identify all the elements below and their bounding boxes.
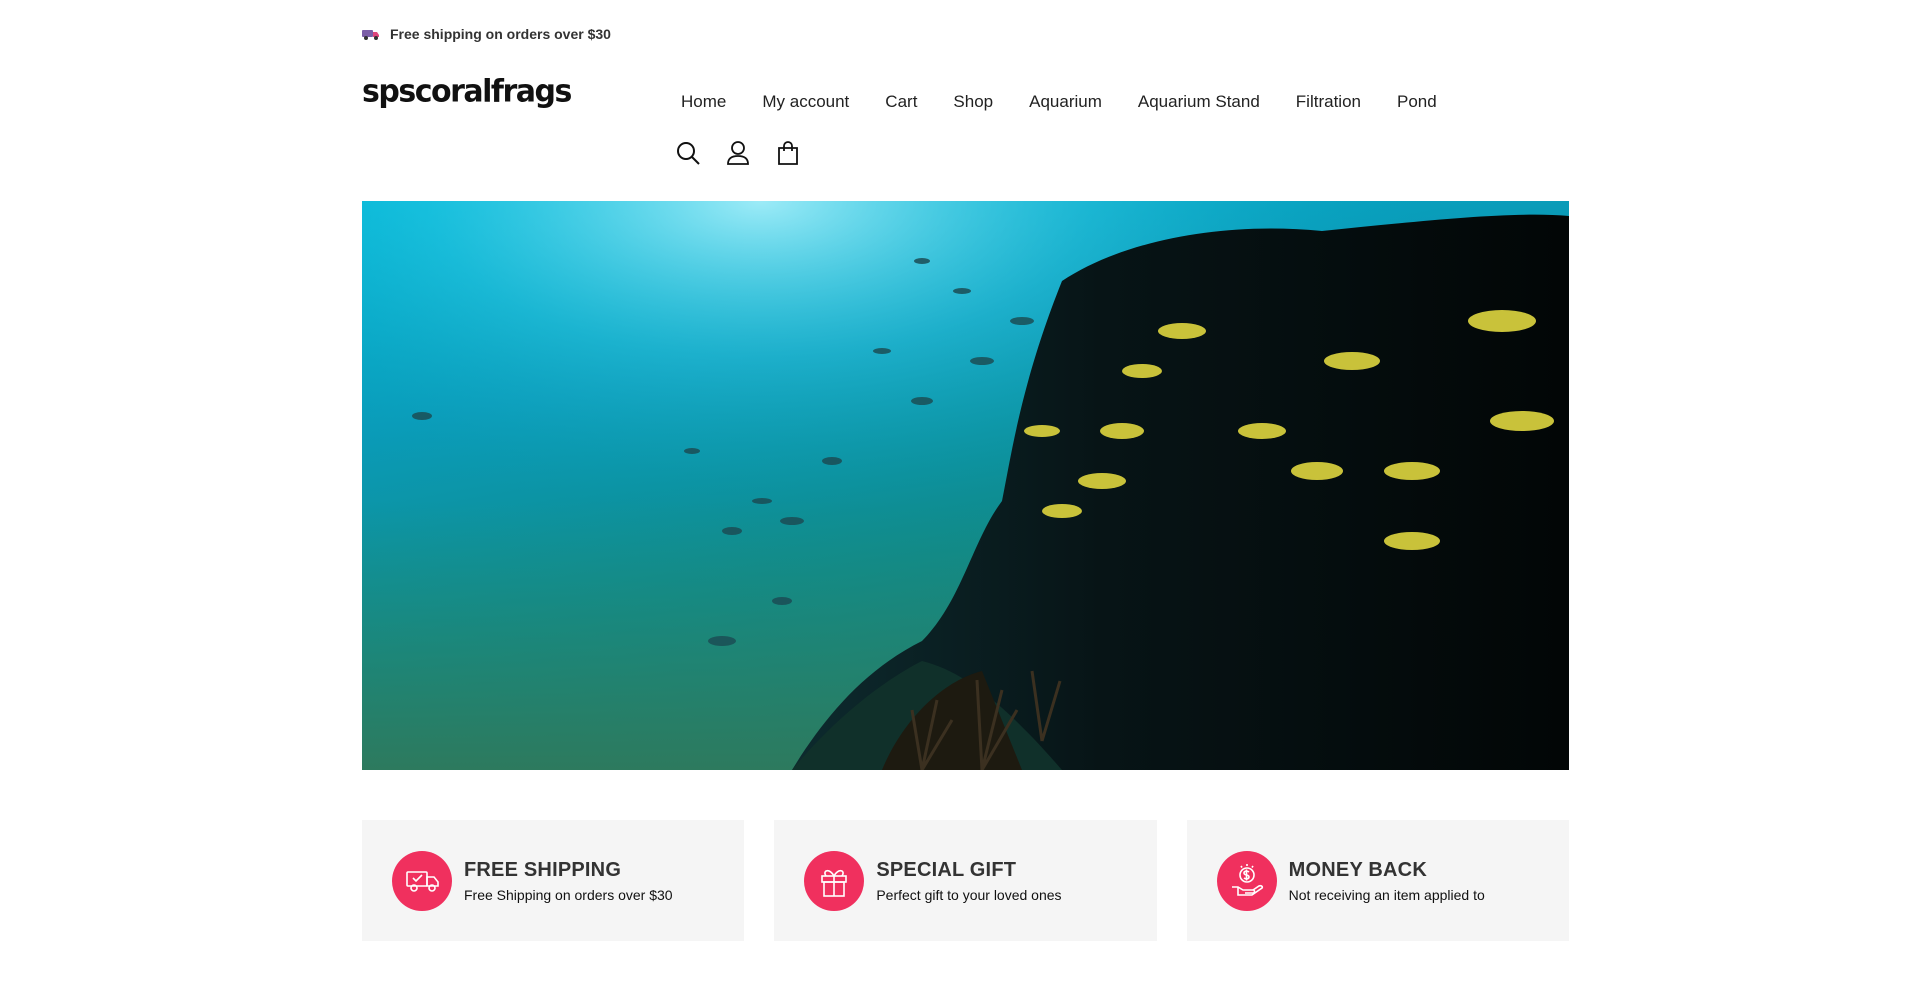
nav-shop[interactable]: Shop bbox=[935, 92, 1011, 112]
shopping-bag-icon[interactable] bbox=[775, 140, 801, 166]
feature-title: SPECIAL GIFT bbox=[876, 858, 1017, 881]
money-back-icon bbox=[1216, 850, 1277, 911]
feature-money-back: MONEY BACK Not receiving an item applied… bbox=[1186, 820, 1569, 941]
nav-home[interactable]: Home bbox=[681, 92, 744, 112]
gift-icon bbox=[804, 850, 865, 911]
shipping-truck-icon bbox=[392, 850, 452, 911]
site-logo[interactable]: spscoralfrags bbox=[362, 73, 572, 110]
feature-description: Free Shipping on orders over $30 bbox=[464, 886, 673, 903]
feature-strip: FREE SHIPPING Free Shipping on orders ov… bbox=[362, 820, 1569, 941]
feature-special-gift: SPECIAL GIFT Perfect gift to your loved … bbox=[774, 820, 1157, 941]
main-nav: Home My account Cart Shop Aquarium Aquar… bbox=[681, 92, 1455, 112]
announcement-bar: Free shipping on orders over $30 bbox=[362, 24, 1569, 44]
feature-title: FREE SHIPPING bbox=[464, 858, 622, 881]
nav-aquarium-stand[interactable]: Aquarium Stand bbox=[1120, 92, 1278, 112]
header-icons bbox=[675, 140, 801, 166]
nav-aquarium[interactable]: Aquarium bbox=[1011, 92, 1120, 112]
nav-cart[interactable]: Cart bbox=[867, 92, 935, 112]
feature-free-shipping: FREE SHIPPING Free Shipping on orders ov… bbox=[362, 820, 745, 941]
nav-my-account[interactable]: My account bbox=[744, 92, 867, 112]
announcement-text: Free shipping on orders over $30 bbox=[390, 26, 611, 42]
feature-title: MONEY BACK bbox=[1288, 858, 1427, 881]
nav-filtration[interactable]: Filtration bbox=[1278, 92, 1379, 112]
feature-description: Perfect gift to your loved ones bbox=[876, 886, 1062, 903]
nav-pond[interactable]: Pond bbox=[1379, 92, 1455, 112]
account-icon[interactable] bbox=[725, 140, 751, 166]
search-icon[interactable] bbox=[675, 140, 701, 166]
hero-underwater-image bbox=[362, 201, 1569, 770]
delivery-truck-icon bbox=[362, 27, 380, 41]
site-header: spscoralfrags Home My account Cart Shop … bbox=[362, 70, 1569, 190]
hero-banner[interactable] bbox=[362, 201, 1569, 770]
feature-description: Not receiving an item applied to bbox=[1288, 886, 1485, 903]
